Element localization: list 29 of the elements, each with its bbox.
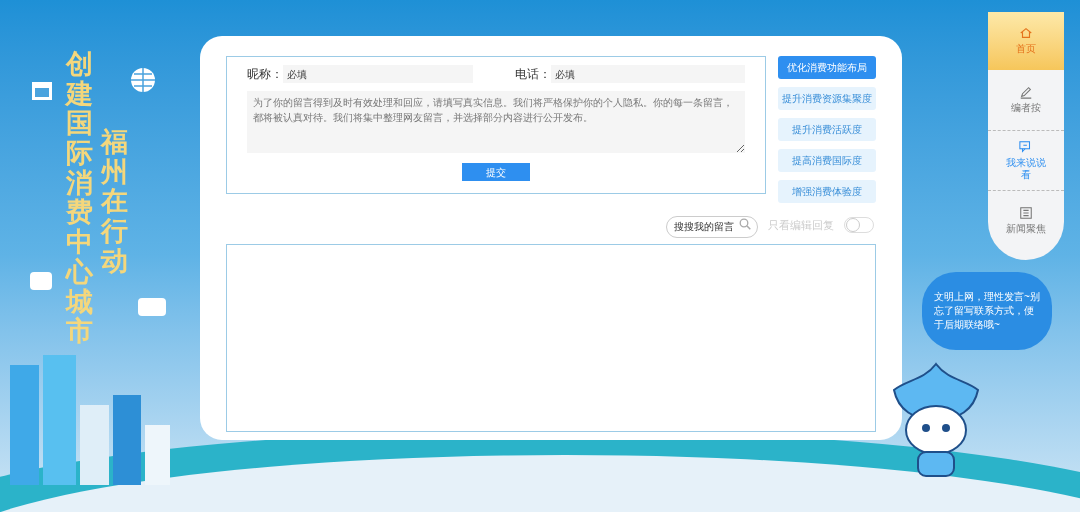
banner-subtitle: 福州在行动 bbox=[101, 128, 128, 277]
bubble-text: 文明上网，理性发言~别忘了留写联系方式，便于后期联络哦~ bbox=[934, 290, 1040, 332]
search-field[interactable]: 搜搜我的留言 bbox=[666, 215, 758, 238]
message-field[interactable]: 为了你的留言得到及时有效处理和回应，请填写真实信息。我们将严格保护你的个人隐私。你的每一条留言，都将被认真对待。我们将集中整理网友留言，并选择部分内容进行公开发布。 bbox=[247, 91, 745, 153]
banner-title: 创建国际消费中心城市 bbox=[66, 50, 93, 347]
card-icon bbox=[138, 298, 166, 316]
pencil-icon bbox=[1019, 85, 1033, 100]
filter-toggle[interactable] bbox=[844, 217, 874, 234]
topic-tab[interactable]: 提升消费活跃度 bbox=[778, 118, 876, 141]
submit-button[interactable]: 提交 bbox=[462, 163, 530, 181]
phone-field[interactable]: 必填 bbox=[551, 65, 745, 83]
nickname-label: 昵称： bbox=[247, 66, 283, 83]
nav-item[interactable]: 新闻聚焦 bbox=[988, 190, 1064, 250]
calendar-icon bbox=[31, 79, 53, 101]
newspaper-icon bbox=[1019, 205, 1033, 220]
topic-tab[interactable]: 增强消费体验度 bbox=[778, 180, 876, 203]
home-icon bbox=[1019, 26, 1033, 41]
topic-tab[interactable]: 优化消费功能布局 bbox=[778, 56, 876, 79]
nav-item[interactable]: 编者按 bbox=[988, 70, 1064, 130]
phone-label: 电话： bbox=[515, 66, 551, 83]
card-icon bbox=[30, 272, 52, 290]
nav-item[interactable]: 我来说说看 bbox=[988, 130, 1064, 190]
chat-icon bbox=[1019, 139, 1033, 154]
globe-icon bbox=[130, 67, 156, 93]
nickname-field[interactable]: 必填 bbox=[283, 65, 473, 83]
topic-tab[interactable]: 提升消费资源集聚度 bbox=[778, 87, 876, 110]
search-icon bbox=[739, 218, 751, 230]
topic-tab[interactable]: 提高消费国际度 bbox=[778, 149, 876, 172]
nav-item[interactable]: 首页 bbox=[988, 12, 1064, 70]
